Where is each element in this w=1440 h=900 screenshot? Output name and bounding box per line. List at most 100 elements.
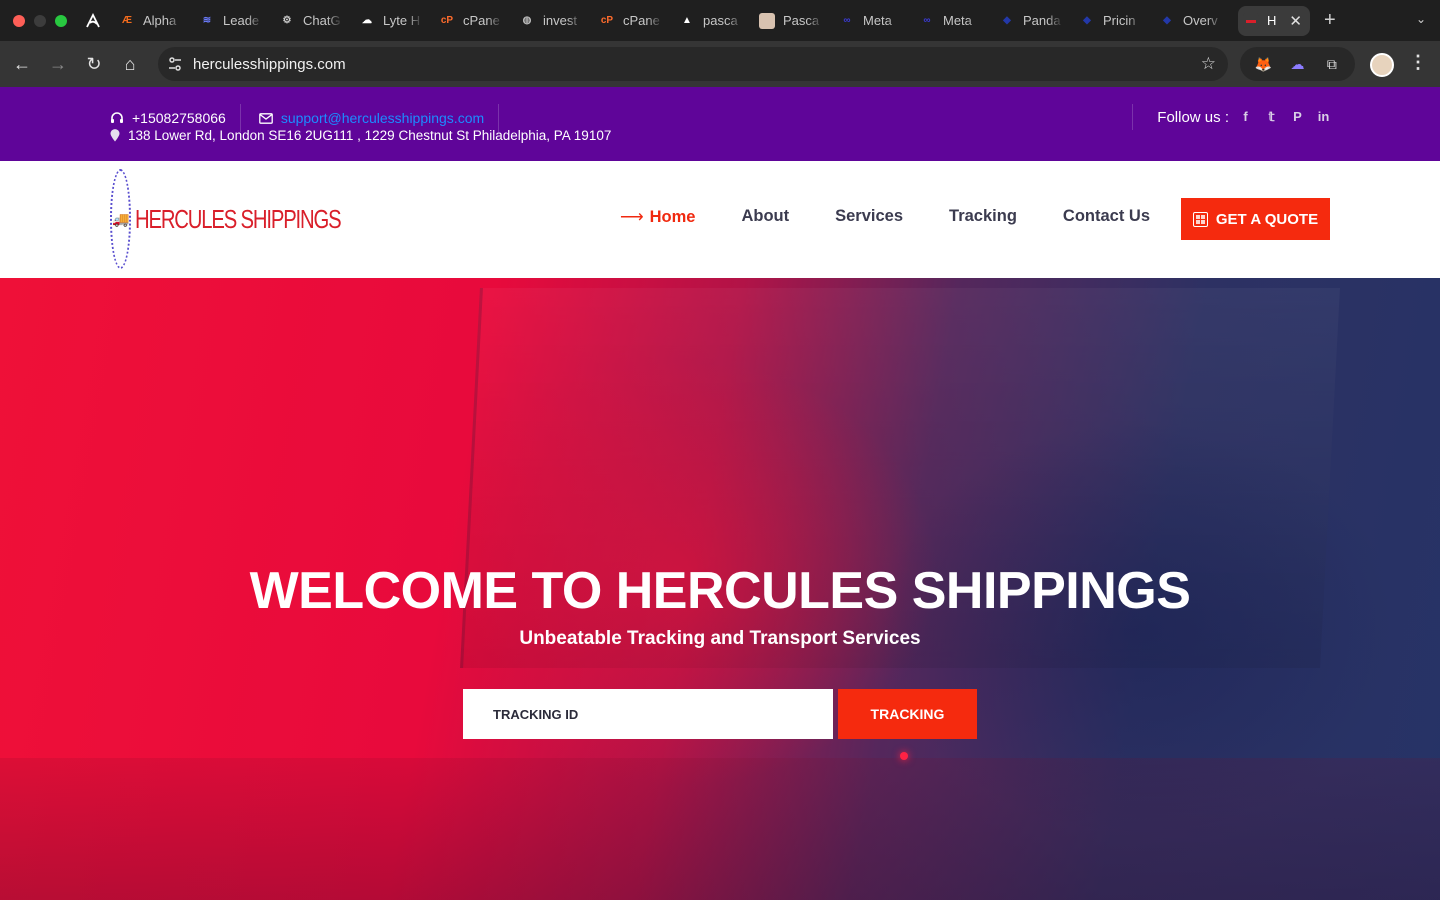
tab-label: invest [543, 13, 577, 28]
reload-icon[interactable]: ↻ [76, 46, 112, 82]
browser-tab[interactable]: Æ Alpha [114, 6, 194, 36]
maximize-window-button[interactable] [55, 14, 67, 27]
nav-contact-us[interactable]: Contact Us [1063, 207, 1150, 227]
profile-avatar[interactable] [1370, 53, 1394, 77]
browser-toolbar: ← → ↻ ⌂ herculesshippings.com ☆ 🦊 ☁ ⧉ ⋮ [0, 41, 1440, 87]
map-pin-icon [110, 129, 120, 142]
browser-tab[interactable]: cP cPane [434, 6, 514, 36]
openai-icon: ⚙ [282, 15, 292, 26]
email-link[interactable]: support@herculesshippings.com [281, 110, 484, 126]
phone-item[interactable]: +15082758066 [110, 110, 226, 126]
back-icon[interactable]: ← [4, 46, 40, 82]
cpanel-icon: cP [440, 15, 454, 26]
address-text: 138 Lower Rd, London SE16 2UG111 , 1229 … [128, 128, 612, 143]
arc-logo-icon [85, 12, 101, 29]
url-text: herculesshippings.com [193, 55, 346, 73]
nav-home-label: Home [649, 207, 696, 226]
arrow-right-icon: ⟶ [619, 208, 644, 226]
browser-tab-bar: Æ Alpha ≋ Leade ⚙ ChatG ☁ Lyte H cP cPane ◍ invest c… [0, 0, 1440, 41]
layers-icon: ≋ [202, 15, 212, 26]
truck-seal-icon: 🚚 [110, 169, 132, 269]
meta-icon: ∞ [923, 15, 931, 26]
tab-label: Meta [943, 13, 972, 28]
hero-road-image [0, 758, 1440, 900]
site-logo[interactable]: 🚚 HERCULES SHIPPINGS [110, 169, 342, 269]
panda-shield-icon: ◆ [1163, 15, 1171, 26]
tab-label: Leade [223, 13, 260, 28]
browser-tab[interactable]: ◆ Pricin [1074, 6, 1154, 36]
minimize-window-button[interactable] [34, 14, 46, 27]
social-links: f 𝕥 Pin [1239, 109, 1330, 125]
calculator-icon [1192, 211, 1208, 227]
envelope-icon [258, 112, 273, 124]
hero-subtitle: Unbeatable Tracking and Transport Servic… [519, 628, 921, 649]
browser-tab[interactable]: ◆ Panda [994, 6, 1074, 36]
pinterest-icon[interactable]: P [1291, 109, 1304, 125]
browser-tab[interactable]: ◍ invest [514, 6, 594, 36]
get-a-quote-button[interactable]: GET A QUOTE [1181, 198, 1330, 240]
browser-tab[interactable]: Pasca [754, 6, 834, 36]
tracking-button[interactable]: TRACKING [838, 689, 977, 739]
follow-label: Follow us : [1157, 108, 1229, 126]
tab-label: H [1267, 13, 1277, 28]
browser-tab[interactable]: cP cPane [594, 6, 674, 36]
tab-label: Meta [863, 13, 892, 28]
panda-shield-icon: ◆ [1083, 15, 1091, 26]
browser-tab[interactable]: ∞ Meta [914, 6, 994, 36]
browser-tab[interactable]: ≋ Leade [194, 6, 274, 36]
tab-label: cPane [463, 13, 500, 28]
site-header: 🚚 HERCULES SHIPPINGS ⟶ Home About Servic… [0, 161, 1440, 278]
chevron-down-icon[interactable]: ⌄ [1416, 12, 1426, 26]
browser-tab[interactable]: ◆ Overv [1154, 6, 1234, 36]
browser-tab[interactable]: ☁ Lyte H [354, 6, 434, 36]
tab-label: Lyte H [383, 13, 421, 28]
tab-label: Panda [1023, 13, 1061, 28]
logo-text: HERCULES SHIPPINGS [135, 203, 342, 234]
tab-label: cPane [623, 13, 660, 28]
email-item[interactable]: support@herculesshippings.com [258, 110, 484, 126]
browser-tab[interactable]: ⚙ ChatG [274, 6, 354, 36]
triangle-icon: ▲ [682, 15, 692, 26]
hero-title: WELCOME TO HERCULES SHIPPINGS [249, 562, 1191, 620]
new-tab-button[interactable]: + [1324, 9, 1336, 32]
bookmark-star-icon[interactable]: ☆ [1201, 54, 1216, 74]
tab-label: ChatG [303, 13, 341, 28]
puzzle-extensions-icon[interactable]: ⧉ [1321, 53, 1343, 75]
light-reflection [900, 752, 908, 760]
twitter-icon[interactable]: 𝕥 [1265, 109, 1278, 125]
phone-number: +15082758066 [132, 110, 226, 126]
tracking-id-input[interactable] [463, 689, 833, 739]
browser-menu-icon[interactable]: ⋮ [1409, 52, 1427, 73]
nav-tracking[interactable]: Tracking [949, 207, 1017, 227]
main-nav: ⟶ Home About Services Tracking Contact U… [620, 207, 1150, 227]
cloud-icon: ☁ [362, 15, 372, 26]
profile-photo-icon [759, 12, 775, 29]
metamask-extension-icon[interactable]: 🦊 [1252, 53, 1274, 75]
panda-shield-icon: ◆ [1003, 15, 1011, 26]
tab-label: Overv [1183, 13, 1218, 28]
forward-icon[interactable]: → [40, 46, 76, 82]
meta-icon: ∞ [843, 15, 851, 26]
address-item: 138 Lower Rd, London SE16 2UG111 , 1229 … [110, 128, 611, 143]
tab-label: pasca [703, 13, 738, 28]
browser-tab[interactable] [80, 6, 114, 36]
home-icon[interactable]: ⌂ [112, 46, 148, 82]
linkedin-icon[interactable]: in [1317, 109, 1330, 125]
contact-topbar: +15082758066 support@herculesshippings.c… [0, 87, 1440, 161]
close-tab-icon[interactable]: ✕ [1289, 12, 1302, 30]
close-window-button[interactable] [13, 14, 25, 27]
browser-tab-active[interactable]: ▬ H ✕ [1238, 5, 1310, 36]
window-controls [0, 14, 80, 27]
browser-tab[interactable]: ∞ Meta [834, 6, 914, 36]
cloud-extension-icon[interactable]: ☁ [1286, 53, 1308, 75]
follow-us: Follow us : f 𝕥 Pin [1132, 104, 1330, 130]
facebook-icon[interactable]: f [1239, 109, 1252, 125]
nav-services[interactable]: Services [835, 207, 903, 227]
browser-tab[interactable]: ▲ pasca [674, 6, 754, 36]
nav-home[interactable]: ⟶ Home [620, 207, 696, 227]
tab-label: Pricin [1103, 13, 1136, 28]
extensions-area: 🦊 ☁ ⧉ [1240, 47, 1355, 81]
site-settings-icon[interactable] [161, 50, 189, 78]
address-bar[interactable]: herculesshippings.com ☆ [158, 47, 1228, 81]
nav-about[interactable]: About [741, 207, 789, 227]
